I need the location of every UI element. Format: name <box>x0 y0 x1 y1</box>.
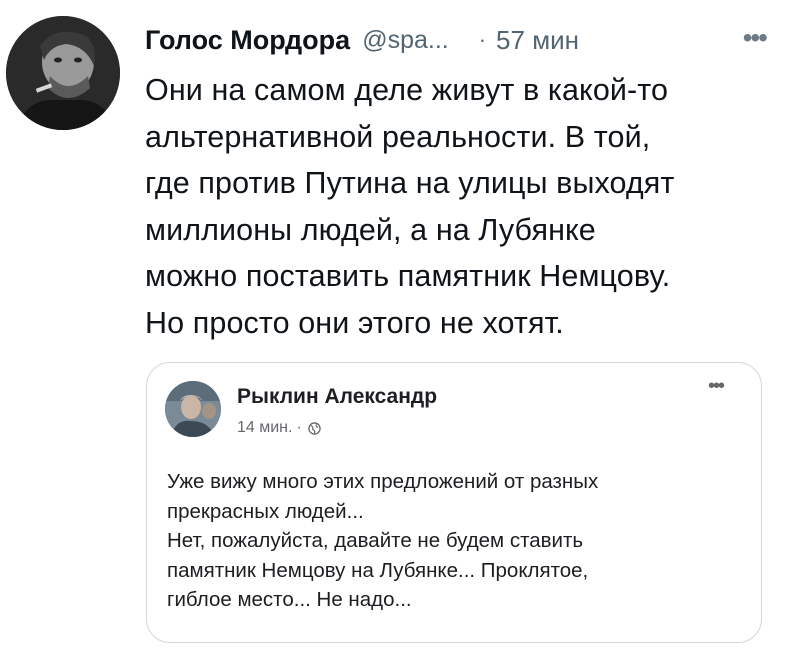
more-options-icon[interactable]: ••• <box>743 24 768 52</box>
tweet-time[interactable]: 57 мин <box>496 25 579 56</box>
tweet-text-line: можно поставить памятник Немцову. <box>145 259 671 293</box>
author-avatar[interactable] <box>6 16 120 130</box>
separator-dot: · <box>296 419 302 436</box>
tweet-text-line: Но просто они этого не хотят. <box>145 305 564 340</box>
quoted-text-line: Нет, пожалуйста, давайте не будем ставит… <box>167 529 584 552</box>
quoted-post-card[interactable]: Рыклин Александр 14 мин. · ••• Уже вижу … <box>146 362 762 643</box>
quoted-post-text: Уже вижу много этих предложений от разны… <box>167 467 747 615</box>
tweet-text-line: где против Путина на улицы выходят <box>145 166 675 200</box>
tweet-header: Голос Мордора @spa... · 57 мин ••• <box>145 22 780 58</box>
quoted-author-name[interactable]: Рыклин Александр <box>237 385 437 409</box>
quoted-text-line: Уже вижу много этих предложений от разны… <box>167 470 599 493</box>
quoted-text-line: гиблое место... Не надо... <box>167 588 412 611</box>
author-handle[interactable]: @spa... <box>362 26 449 55</box>
quoted-more-options-icon[interactable]: ••• <box>708 375 725 398</box>
quoted-post-meta: 14 мин. · <box>237 419 321 437</box>
tweet-text-line: альтернативной реальности. В той, <box>145 119 651 154</box>
tweet-text-line: миллионы людей, а на Лубянке <box>145 212 596 247</box>
quoted-post-time[interactable]: 14 мин. <box>237 419 292 437</box>
quoted-text-line: прекрасных людей... <box>167 499 364 523</box>
separator-dot: · <box>478 27 487 52</box>
globe-icon <box>308 421 321 435</box>
quoted-text-line: памятник Немцову на Лубянке... Проклятое… <box>167 558 589 582</box>
author-name[interactable]: Голос Мордора <box>145 25 350 56</box>
tweet-text: Они на самом деле живут в какой-то альте… <box>145 67 785 346</box>
quoted-author-avatar[interactable] <box>165 381 221 437</box>
tweet-text-line: Они на самом деле живут в какой-то <box>145 73 669 107</box>
